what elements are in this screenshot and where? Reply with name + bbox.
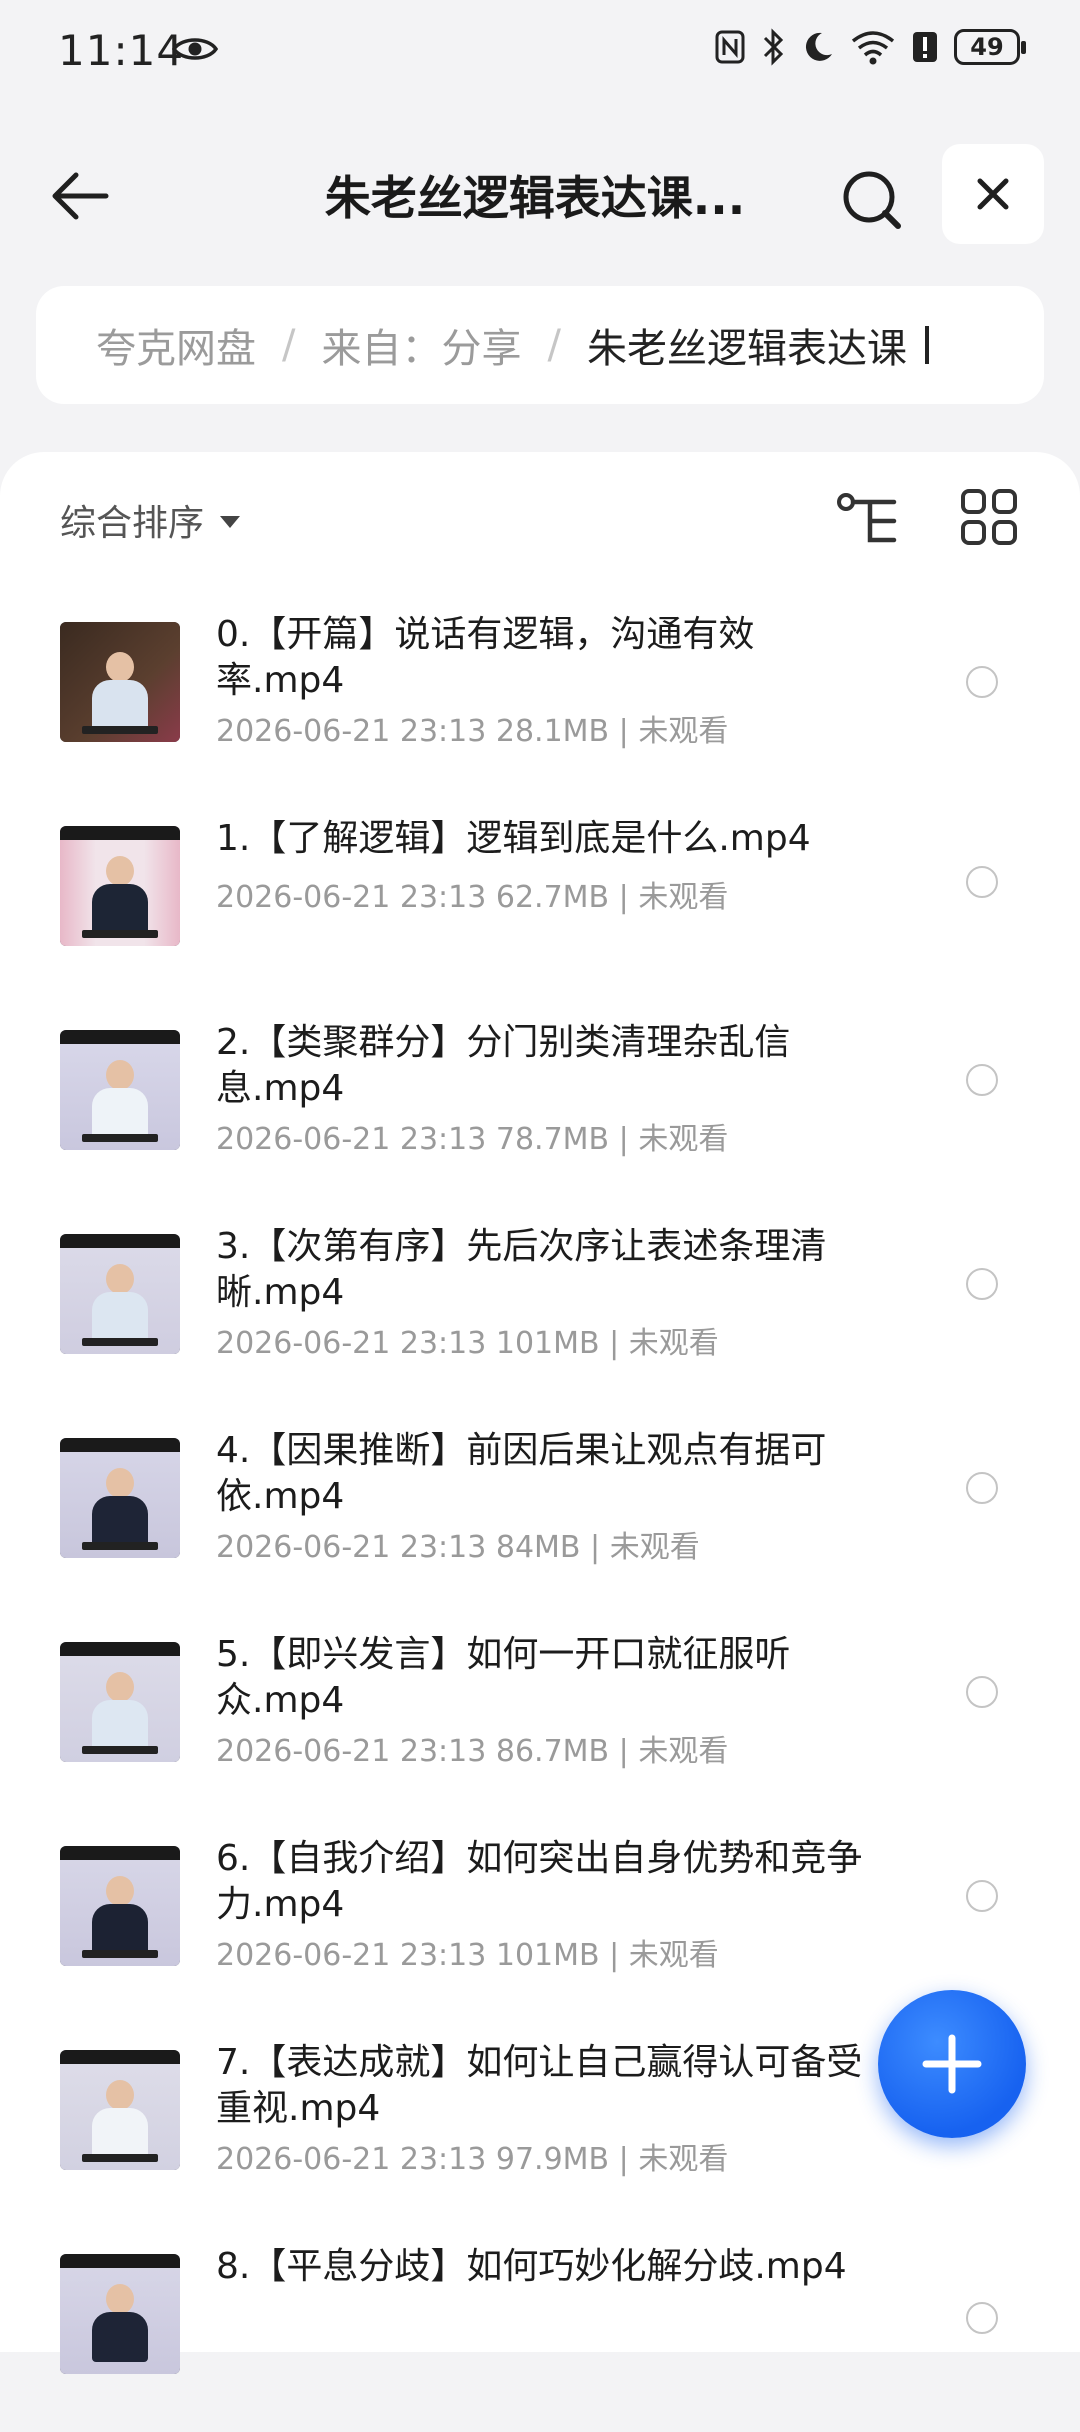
eye-icon: [172, 38, 218, 60]
close-button[interactable]: [942, 144, 1044, 244]
select-checkbox[interactable]: [966, 1064, 998, 1096]
wifi-icon: [851, 31, 895, 65]
status-time: 11:14: [58, 26, 185, 75]
breadcrumb-separator: /: [282, 322, 296, 368]
nfc-icon: [715, 30, 745, 64]
video-thumbnail: [60, 1030, 180, 1150]
file-name: 0.【开篇】说话有逻辑，沟通有效率.mp4: [216, 614, 755, 701]
breadcrumb-separator: /: [547, 322, 561, 368]
file-row[interactable]: 1.【了解逻辑】逻辑到底是什么.mp4 2026-06-21 23:13 62.…: [0, 800, 1080, 1004]
file-meta: 2026-06-21 23:13 97.9MB | 未观看: [216, 2142, 729, 2177]
breadcrumb-item-share[interactable]: 来自：分享: [321, 316, 521, 374]
select-checkbox[interactable]: [966, 1268, 998, 1300]
select-checkbox[interactable]: [966, 1472, 998, 1504]
close-icon: [977, 178, 1009, 210]
file-name: 4.【因果推断】前因后果让观点有据可依.mp4: [216, 1430, 827, 1517]
file-name: 2.【类聚群分】分门别类清理杂乱信息.mp4: [216, 1022, 791, 1109]
file-list: 0.【开篇】说话有逻辑，沟通有效率.mp4 2026-06-21 23:13 2…: [0, 596, 1080, 2432]
file-row[interactable]: 0.【开篇】说话有逻辑，沟通有效率.mp4 2026-06-21 23:13 2…: [0, 596, 1080, 800]
video-thumbnail: [60, 622, 180, 742]
file-row[interactable]: 5.【即兴发言】如何一开口就征服听众.mp4 2026-06-21 23:13 …: [0, 1616, 1080, 1820]
page-title: 朱老丝逻辑表达课...: [324, 171, 746, 225]
select-checkbox[interactable]: [966, 866, 998, 898]
battery-indicator: 49: [954, 29, 1026, 65]
breadcrumb-item-root[interactable]: 夸克网盘: [96, 316, 256, 374]
sort-label: 综合排序: [60, 503, 205, 544]
file-name: 1.【了解逻辑】逻辑到底是什么.mp4: [216, 818, 811, 859]
file-meta: 2026-06-21 23:13 101MB | 未观看: [216, 1938, 719, 1973]
file-name: 3.【次第有序】先后次序让表述条理清晰.mp4: [216, 1226, 827, 1313]
video-thumbnail: [60, 2050, 180, 2170]
file-row[interactable]: 3.【次第有序】先后次序让表述条理清晰.mp4 2026-06-21 23:13…: [0, 1208, 1080, 1412]
tree-view-icon[interactable]: [836, 488, 900, 552]
search-button[interactable]: [830, 158, 914, 242]
file-meta: 2026-06-21 23:13 78.7MB | 未观看: [216, 1122, 729, 1157]
breadcrumb: 夸克网盘 / 来自：分享 / 朱老丝逻辑表达课: [36, 286, 1044, 404]
search-icon: [843, 171, 901, 229]
select-checkbox[interactable]: [966, 1880, 998, 1912]
file-row[interactable]: 2.【类聚群分】分门别类清理杂乱信息.mp4 2026-06-21 23:13 …: [0, 1004, 1080, 1208]
grid-view-icon[interactable]: [960, 488, 1018, 546]
header: 朱老丝逻辑表达课...: [0, 140, 1080, 250]
file-row[interactable]: 6.【自我介绍】如何突出自身优势和竞争力.mp4 2026-06-21 23:1…: [0, 1820, 1080, 2024]
caret-down-icon: [220, 516, 241, 528]
file-row[interactable]: 8.【平息分歧】如何巧妙化解分歧.mp4: [0, 2228, 1080, 2432]
file-meta: 2026-06-21 23:13 101MB | 未观看: [216, 1326, 719, 1361]
breadcrumb-current: 朱老丝逻辑表达课: [586, 326, 907, 372]
list-toolbar: 综合排序: [0, 452, 1080, 582]
file-row[interactable]: 4.【因果推断】前因后果让观点有据可依.mp4 2026-06-21 23:13…: [0, 1412, 1080, 1616]
video-thumbnail: [60, 1846, 180, 1966]
back-button[interactable]: [40, 160, 120, 232]
alert-icon: [913, 32, 937, 62]
file-name: 8.【平息分歧】如何巧妙化解分歧.mp4: [216, 2246, 847, 2287]
video-thumbnail: [60, 2254, 180, 2374]
status-bar: 11:14 49: [0, 0, 1080, 110]
file-meta: 2026-06-21 23:13 84MB | 未观看: [216, 1530, 700, 1565]
select-checkbox[interactable]: [966, 666, 998, 698]
select-checkbox[interactable]: [966, 1676, 998, 1708]
plus-icon: [922, 2034, 982, 2094]
video-thumbnail: [60, 826, 180, 946]
file-name: 7.【表达成就】如何让自己赢得认可备受重视.mp4: [216, 2042, 863, 2129]
file-name: 6.【自我介绍】如何突出自身优势和竞争力.mp4: [216, 1838, 863, 1925]
select-checkbox[interactable]: [966, 2302, 998, 2334]
breadcrumb-end-marker: [924, 326, 929, 364]
video-thumbnail: [60, 1234, 180, 1354]
file-name: 5.【即兴发言】如何一开口就征服听众.mp4: [216, 1634, 791, 1721]
file-meta: 2026-06-21 23:13 28.1MB | 未观看: [216, 714, 729, 749]
moon-icon: [805, 32, 832, 61]
video-thumbnail: [60, 1438, 180, 1558]
back-arrow-icon: [52, 172, 109, 220]
file-meta: 2026-06-21 23:13 86.7MB | 未观看: [216, 1734, 729, 1769]
video-thumbnail: [60, 1642, 180, 1762]
add-button[interactable]: [878, 1990, 1026, 2138]
file-meta: 2026-06-21 23:13 62.7MB | 未观看: [216, 880, 729, 915]
status-icons: 49: [714, 28, 1026, 66]
bluetooth-icon: [763, 28, 784, 66]
sort-dropdown[interactable]: 综合排序: [60, 494, 241, 546]
